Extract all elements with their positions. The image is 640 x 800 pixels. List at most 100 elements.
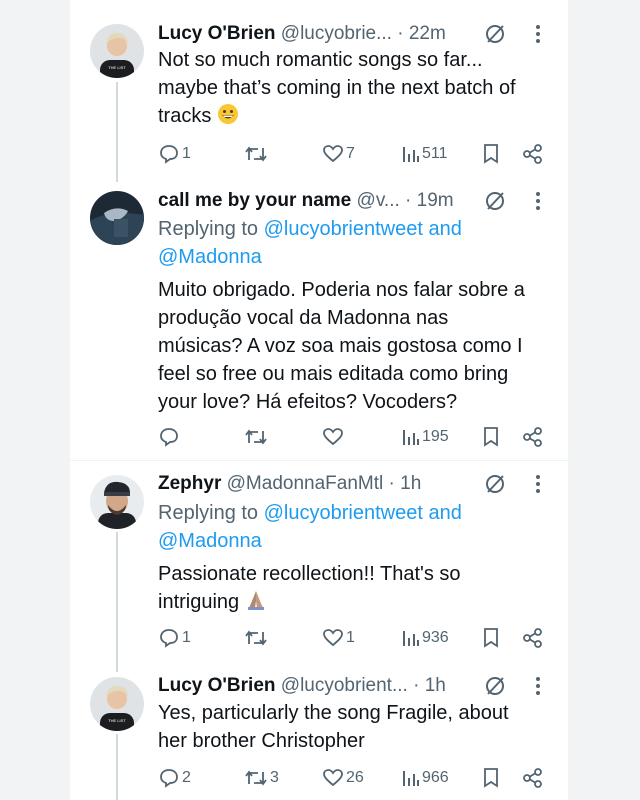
share-button[interactable] xyxy=(522,765,544,791)
thread-line xyxy=(116,734,118,800)
share-icon xyxy=(523,144,542,164)
share-button[interactable] xyxy=(522,424,544,450)
views-button[interactable]: 195 xyxy=(402,424,449,450)
tweet-actions: 2 3 26 966 xyxy=(158,765,558,791)
bookmark-button[interactable] xyxy=(482,765,500,791)
like-button[interactable]: 7 xyxy=(322,141,355,167)
views-button[interactable]: 936 xyxy=(402,625,449,651)
mention-link[interactable]: @Madonna xyxy=(158,530,262,552)
avatar[interactable] xyxy=(90,191,144,245)
share-button[interactable] xyxy=(522,141,544,167)
avatar[interactable] xyxy=(90,475,144,529)
bookmark-icon xyxy=(484,628,498,648)
reply-button[interactable] xyxy=(158,424,182,450)
reply-button[interactable]: 2 xyxy=(158,765,191,791)
user-handle[interactable]: @v... xyxy=(357,190,400,211)
tweet-text: Not so much romantic songs so far... may… xyxy=(158,46,558,133)
views-icon xyxy=(403,631,419,646)
views-icon xyxy=(403,771,419,786)
like-count: 7 xyxy=(346,145,355,162)
like-button[interactable]: 1 xyxy=(322,625,355,651)
tweet-text: Yes, particularly the song Fragile, abou… xyxy=(158,702,509,752)
heart-icon xyxy=(323,145,343,163)
grinning-face-emoji xyxy=(217,103,239,133)
retweet-button[interactable] xyxy=(244,424,270,450)
separator-dot: · xyxy=(397,23,404,44)
bookmark-button[interactable] xyxy=(482,424,500,450)
share-icon xyxy=(523,427,542,447)
replying-to: Replying to @lucyobrientweet and @Madonn… xyxy=(158,218,462,268)
svg-text:THE LIST: THE LIST xyxy=(108,65,126,70)
bookmark-icon xyxy=(484,768,498,788)
bookmark-icon xyxy=(484,427,498,447)
heart-icon xyxy=(323,629,343,647)
display-name[interactable]: Lucy O'Brien xyxy=(158,23,276,44)
bookmark-button[interactable] xyxy=(482,625,500,651)
views-button[interactable]: 966 xyxy=(402,765,449,791)
timestamp[interactable]: 1h xyxy=(425,675,446,696)
display-name[interactable]: Zephyr xyxy=(158,473,221,494)
retweet-icon xyxy=(245,429,267,445)
reply-button[interactable]: 1 xyxy=(158,625,191,651)
reply-icon xyxy=(160,769,178,788)
retweet-button[interactable] xyxy=(244,141,270,167)
mention-link[interactable]: @lucyobrientweet and xyxy=(264,502,462,524)
reply-icon xyxy=(160,145,178,164)
like-button[interactable]: 26 xyxy=(322,765,364,791)
tweet-text: Passionate recollection!! That's so intr… xyxy=(158,560,558,619)
thread-line xyxy=(116,532,118,672)
mention-link[interactable]: @lucyobrientweet and xyxy=(264,218,462,240)
reply-count: 1 xyxy=(182,145,191,162)
bookmark-button[interactable] xyxy=(482,141,500,167)
tweet-header: Lucy O'Brien @lucyobrie... · 22m xyxy=(158,20,558,48)
replying-to: Replying to @lucyobrientweet and @Madonn… xyxy=(158,502,462,552)
mention-link[interactable]: @Madonna xyxy=(158,246,262,268)
reply-thread: THE LIST Lucy O'Brien @lucyobrie... · 22… xyxy=(70,0,568,800)
folded-hands-emoji xyxy=(245,589,267,619)
view-count: 936 xyxy=(422,629,449,646)
display-name[interactable]: Lucy O'Brien xyxy=(158,675,276,696)
reply-count: 1 xyxy=(182,629,191,646)
retweet-icon xyxy=(245,630,267,646)
tweet-header: Zephyr @MadonnaFanMtl · 1h xyxy=(158,470,558,498)
avatar[interactable]: THE LIST xyxy=(90,677,144,731)
tweet-actions: 195 xyxy=(158,424,558,450)
svg-text:THE LIST: THE LIST xyxy=(108,718,126,723)
view-count: 195 xyxy=(422,428,449,445)
retweet-count: 3 xyxy=(270,769,279,786)
user-handle[interactable]: @lucyobrie... xyxy=(281,23,392,44)
reply-button[interactable]: 1 xyxy=(158,141,191,167)
share-button[interactable] xyxy=(522,625,544,651)
tweet-header: call me by your name @v... · 19m xyxy=(158,187,558,215)
heart-icon xyxy=(323,769,343,787)
separator-dot: · xyxy=(405,190,412,211)
avatar[interactable]: THE LIST xyxy=(90,24,144,78)
like-count: 1 xyxy=(346,629,355,646)
tweet-actions: 1 7 511 xyxy=(158,141,558,167)
divider xyxy=(70,460,568,461)
view-count: 966 xyxy=(422,769,449,786)
like-button[interactable] xyxy=(322,424,346,450)
tweet-header: Lucy O'Brien @lucyobrient... · 1h xyxy=(158,672,558,700)
tweet-actions: 1 1 936 xyxy=(158,625,558,651)
user-handle[interactable]: @lucyobrient... xyxy=(281,675,408,696)
timestamp[interactable]: 1h xyxy=(400,473,421,494)
views-icon xyxy=(403,147,419,162)
heart-icon xyxy=(323,428,343,446)
user-handle[interactable]: @MadonnaFanMtl xyxy=(227,473,384,494)
retweet-icon xyxy=(245,146,267,162)
retweet-button[interactable]: 3 xyxy=(244,765,279,791)
retweet-button[interactable] xyxy=(244,625,270,651)
separator-dot: · xyxy=(413,675,420,696)
reply-icon xyxy=(160,629,178,648)
view-count: 511 xyxy=(422,145,448,162)
bookmark-icon xyxy=(484,144,498,164)
views-button[interactable]: 511 xyxy=(402,141,448,167)
display-name[interactable]: call me by your name xyxy=(158,190,351,211)
tweet-text: Muito obrigado. Poderia nos falar sobre … xyxy=(158,279,525,413)
reply-icon xyxy=(160,428,178,447)
timestamp[interactable]: 19m xyxy=(417,190,454,211)
views-icon xyxy=(403,430,419,445)
separator-dot: · xyxy=(388,473,395,494)
timestamp[interactable]: 22m xyxy=(409,23,446,44)
